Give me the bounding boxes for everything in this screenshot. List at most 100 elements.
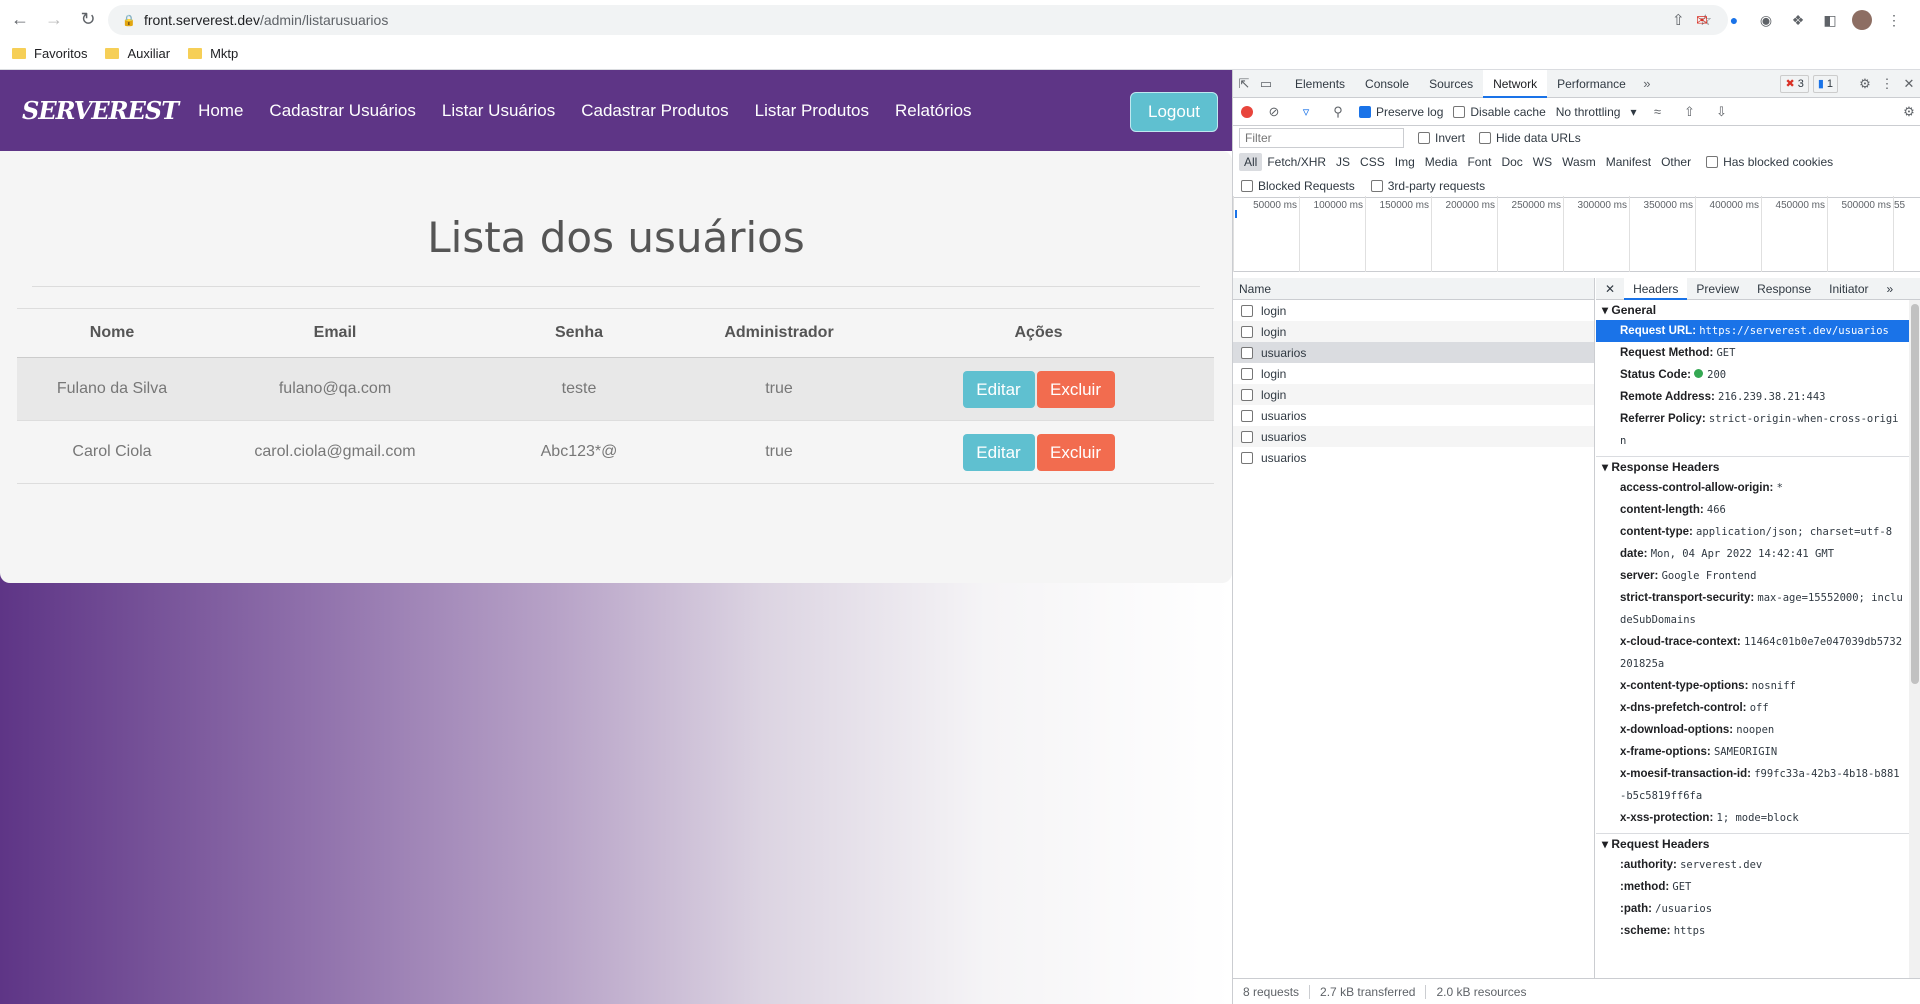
gmail-extension-icon[interactable]: ✉ (1692, 10, 1712, 30)
back-icon[interactable]: ← (6, 5, 34, 33)
record-icon[interactable] (1241, 105, 1253, 118)
filter-icon[interactable]: ▿ (1295, 104, 1317, 120)
request-row[interactable]: usuarios (1233, 405, 1594, 426)
header-row: :authority: serverest.dev (1620, 859, 1763, 871)
profile-avatar[interactable] (1852, 10, 1872, 30)
delete-button[interactable]: Excluir (1036, 370, 1115, 408)
lock-icon: 🔒 (122, 14, 136, 27)
serverest-logo[interactable]: SERVEREST (22, 96, 179, 125)
chevron-down-icon[interactable]: ▾ (1630, 105, 1636, 119)
bookmark-favoritos[interactable]: Favoritos (12, 46, 87, 61)
type-doc[interactable]: Doc (1496, 153, 1527, 171)
blocked-requests-checkbox[interactable]: Blocked Requests (1241, 179, 1355, 193)
devtools-panel: ⇱ ▭ Elements Console Sources Network Per… (1232, 69, 1920, 1004)
tab-response[interactable]: Response (1748, 278, 1820, 300)
response-headers-section-header[interactable]: ▾ Response Headers (1596, 457, 1909, 477)
filter-input[interactable] (1239, 128, 1404, 148)
details-scrollbar[interactable] (1909, 300, 1920, 978)
import-har-icon[interactable]: ⇧ (1678, 104, 1700, 120)
type-img[interactable]: Img (1390, 153, 1420, 171)
delete-button[interactable]: Excluir (1036, 433, 1115, 471)
network-timeline-overview[interactable]: 50000 ms 100000 ms 150000 ms 200000 ms 2… (1233, 196, 1920, 272)
device-toggle-icon[interactable]: ▭ (1255, 76, 1277, 92)
tab-console[interactable]: Console (1355, 70, 1419, 98)
share-icon[interactable]: ⇧ (1672, 11, 1685, 29)
invert-checkbox[interactable]: Invert (1418, 131, 1465, 145)
nav-listar-usuarios[interactable]: Listar Usuários (442, 101, 555, 121)
edit-button[interactable]: Editar (962, 433, 1035, 471)
general-section-header[interactable]: ▾ General (1596, 300, 1909, 320)
bookmark-auxiliar[interactable]: Auxiliar (105, 46, 170, 61)
request-row[interactable]: login (1233, 363, 1594, 384)
type-manifest[interactable]: Manifest (1601, 153, 1656, 171)
inspect-icon[interactable]: ⇱ (1233, 76, 1255, 92)
message-count-badge[interactable]: ▮ 1 (1812, 74, 1838, 93)
extension-grammar-icon[interactable]: ◉ (1756, 10, 1776, 30)
error-count-badge[interactable]: ✖ 3 (1780, 74, 1809, 93)
type-media[interactable]: Media (1420, 153, 1463, 171)
puzzle-extensions-icon[interactable]: ❖ (1788, 10, 1808, 30)
type-font[interactable]: Font (1462, 153, 1496, 171)
clear-icon[interactable]: ⊘ (1263, 104, 1285, 120)
export-har-icon[interactable]: ⇩ (1710, 104, 1732, 120)
extension-s-icon[interactable]: ● (1724, 10, 1744, 30)
type-other[interactable]: Other (1656, 153, 1696, 171)
type-all[interactable]: All (1239, 153, 1263, 171)
search-icon[interactable]: ⚲ (1327, 104, 1349, 120)
col-email: Email (207, 308, 463, 358)
folder-icon (188, 47, 203, 59)
logout-button[interactable]: Logout (1130, 92, 1218, 132)
disable-cache-checkbox[interactable]: Disable cache (1453, 105, 1546, 119)
throttling-select[interactable]: No throttling (1556, 105, 1621, 119)
request-row[interactable]: login (1233, 300, 1594, 321)
request-row[interactable]: login (1233, 321, 1594, 342)
cell-nome: Fulano da Silva (17, 357, 207, 421)
more-tabs-icon[interactable]: » (1636, 76, 1658, 91)
third-party-requests-checkbox[interactable]: 3rd-party requests (1370, 179, 1485, 193)
tab-preview[interactable]: Preview (1687, 278, 1748, 300)
devtools-menu-icon[interactable]: ⋮ (1876, 76, 1898, 92)
bookmark-mktp[interactable]: Mktp (188, 46, 238, 61)
tab-elements[interactable]: Elements (1285, 70, 1355, 98)
request-row[interactable]: login (1233, 384, 1594, 405)
tab-performance[interactable]: Performance (1547, 70, 1636, 98)
network-conditions-icon[interactable]: ≈ (1646, 104, 1668, 119)
request-row[interactable]: usuarios (1233, 447, 1594, 468)
type-wasm[interactable]: Wasm (1557, 153, 1601, 171)
nav-relatorios[interactable]: Relatórios (895, 101, 972, 121)
tab-sources[interactable]: Sources (1419, 70, 1483, 98)
reload-icon[interactable]: ↻ (74, 5, 102, 33)
tab-headers[interactable]: Headers (1624, 278, 1688, 300)
edit-button[interactable]: Editar (962, 370, 1035, 408)
forward-icon[interactable]: → (40, 5, 68, 33)
network-settings-icon[interactable]: ⚙ (1898, 104, 1920, 120)
request-headers-section-header[interactable]: ▾ Request Headers (1596, 834, 1909, 854)
col-administrador: Administrador (695, 308, 863, 358)
url-path: /admin/listarusuarios (259, 12, 389, 28)
request-row-selected[interactable]: usuarios (1233, 342, 1594, 363)
settings-gear-icon[interactable]: ⚙ (1854, 76, 1876, 92)
address-bar[interactable]: 🔒 front.serverest.dev/admin/listarusuari… (108, 5, 1728, 35)
type-ws[interactable]: WS (1528, 153, 1557, 171)
type-css[interactable]: CSS (1355, 153, 1390, 171)
nav-cadastrar-usuarios[interactable]: Cadastrar Usuários (269, 101, 415, 121)
header-row: x-dns-prefetch-control: off (1620, 702, 1769, 714)
type-fetch-xhr[interactable]: Fetch/XHR (1262, 153, 1331, 171)
close-devtools-icon[interactable]: ✕ (1898, 76, 1920, 92)
timeline-tick: 450000 ms (1761, 196, 1827, 272)
has-blocked-cookies-checkbox[interactable]: Has blocked cookies (1706, 155, 1833, 169)
nav-cadastrar-produtos[interactable]: Cadastrar Produtos (581, 101, 728, 121)
request-row[interactable]: usuarios (1233, 426, 1594, 447)
tab-initiator[interactable]: Initiator (1820, 278, 1877, 300)
nav-listar-produtos[interactable]: Listar Produtos (755, 101, 869, 121)
hide-data-urls-checkbox[interactable]: Hide data URLs (1479, 131, 1581, 145)
preserve-log-checkbox[interactable]: Preserve log (1359, 105, 1443, 119)
more-detail-tabs-icon[interactable]: » (1878, 278, 1903, 300)
tab-network[interactable]: Network (1483, 69, 1548, 98)
nav-home[interactable]: Home (198, 101, 243, 121)
name-column-header[interactable]: Name (1233, 278, 1594, 300)
sidebar-icon[interactable]: ◧ (1820, 10, 1840, 30)
type-js[interactable]: JS (1331, 153, 1355, 171)
menu-kebab-icon[interactable]: ⋮ (1884, 10, 1904, 30)
close-details-icon[interactable]: ✕ (1596, 278, 1624, 300)
